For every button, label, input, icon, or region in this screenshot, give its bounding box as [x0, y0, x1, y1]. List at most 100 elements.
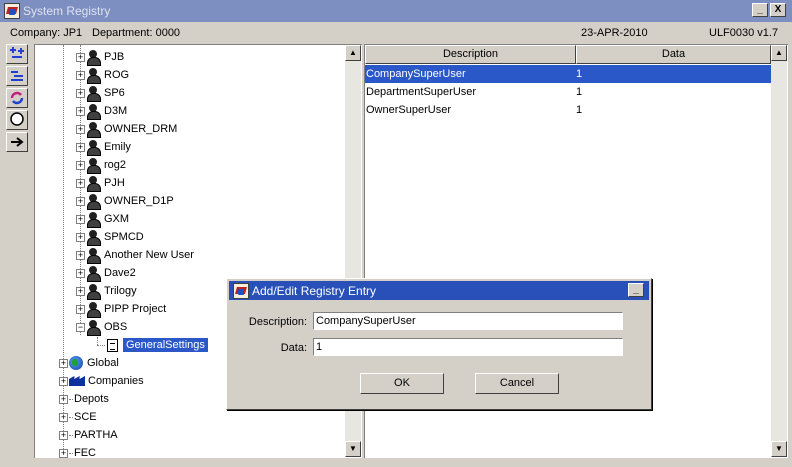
expand-toggle[interactable]: +	[76, 304, 85, 314]
document-icon	[107, 338, 118, 352]
expand-toggle[interactable]: +	[76, 70, 85, 80]
expand-toggle[interactable]: +	[76, 142, 85, 152]
expand-all-button[interactable]	[6, 44, 28, 64]
user-icon	[86, 284, 101, 300]
expand-toggle[interactable]: +	[59, 394, 68, 404]
tree-connector	[69, 416, 73, 418]
user-icon	[86, 122, 101, 138]
tree-node-user[interactable]: + PJH	[76, 174, 125, 192]
description-label: Description:	[248, 316, 307, 328]
cell-data: 1	[576, 68, 583, 80]
expand-toggle[interactable]: +	[76, 160, 85, 170]
user-icon	[86, 68, 101, 84]
cancel-button[interactable]: Cancel	[475, 373, 559, 394]
tree-connector	[69, 398, 73, 400]
expand-toggle[interactable]: +	[76, 232, 85, 242]
tree-node-user[interactable]: + Dave2	[76, 264, 136, 282]
scroll-down-button[interactable]: ▼	[345, 441, 361, 457]
expand-toggle[interactable]: +	[59, 430, 68, 440]
tree-node-user[interactable]: + PIPP Project	[76, 300, 166, 318]
tree-node-sce[interactable]: + SCE	[59, 408, 97, 426]
scroll-up-button[interactable]: ▲	[771, 45, 787, 61]
tree-node-companies[interactable]: + Companies	[59, 372, 144, 390]
expand-toggle[interactable]: +	[76, 88, 85, 98]
tree-node-label: Global	[87, 357, 119, 369]
expand-toggle[interactable]: +	[59, 448, 68, 458]
collapse-all-icon	[11, 71, 23, 81]
user-icon	[86, 86, 101, 102]
user-icon	[86, 158, 101, 174]
factory-icon	[69, 376, 85, 386]
collapse-all-button[interactable]	[6, 66, 28, 86]
app-icon	[233, 282, 249, 299]
cell-description: CompanySuperUser	[366, 68, 466, 80]
expand-toggle[interactable]: +	[59, 412, 68, 422]
user-icon	[86, 230, 101, 246]
tree-connector	[69, 452, 73, 454]
go-arrow-icon	[11, 137, 24, 147]
tree-node-user[interactable]: + ROG	[76, 66, 129, 84]
tree-node-label: OWNER_D1P	[104, 195, 174, 207]
expand-toggle[interactable]: +	[76, 124, 85, 134]
tree-node-user[interactable]: + SP6	[76, 84, 125, 102]
tree-node-user[interactable]: + D3M	[76, 102, 127, 120]
expand-toggle[interactable]: +	[76, 250, 85, 260]
column-header-description[interactable]: Description	[365, 45, 576, 64]
tree-node-label: SPMCD	[104, 231, 144, 243]
tree-node-user[interactable]: + GXM	[76, 210, 129, 228]
tree-node-label: Emily	[104, 141, 131, 153]
expand-toggle[interactable]: +	[59, 358, 68, 368]
expand-toggle[interactable]: +	[76, 178, 85, 188]
tree-guide-line	[97, 337, 98, 345]
expand-toggle[interactable]: +	[76, 196, 85, 206]
tree-node-user[interactable]: + SPMCD	[76, 228, 144, 246]
tree-node-label: PARTHA	[74, 429, 118, 441]
refresh-button[interactable]	[6, 88, 28, 108]
tree-node-partha[interactable]: + PARTHA	[59, 426, 118, 444]
table-row[interactable]: DepartmentSuperUser 1	[365, 83, 771, 101]
search-icon	[10, 112, 24, 126]
tree-node-user[interactable]: + OWNER_DRM	[76, 120, 177, 138]
tree-node-label: PJB	[104, 51, 125, 63]
tree-node-user[interactable]: + Emily	[76, 138, 131, 156]
scroll-up-button[interactable]: ▲	[345, 45, 361, 61]
tree-node-general-settings[interactable]: GeneralSettings	[107, 336, 208, 354]
grid-scrollbar[interactable]: ▲ ▼	[771, 45, 787, 457]
expand-toggle[interactable]: +	[76, 106, 85, 116]
expand-toggle[interactable]: +	[76, 214, 85, 224]
tree-node-user[interactable]: + Trilogy	[76, 282, 137, 300]
table-row[interactable]: OwnerSuperUser 1	[365, 101, 771, 119]
tree-node-user[interactable]: + Another New User	[76, 246, 194, 264]
go-button[interactable]	[6, 132, 28, 152]
user-icon	[86, 176, 101, 192]
tree-node-depots[interactable]: + Depots	[59, 390, 109, 408]
minimize-button[interactable]: _	[752, 3, 768, 17]
cell-data: 1	[576, 104, 583, 116]
table-row[interactable]: CompanySuperUser 1	[365, 65, 771, 83]
ok-button[interactable]: OK	[360, 373, 444, 394]
tree-node-label: GXM	[104, 213, 130, 225]
tree-node-user-expanded[interactable]: − OBS	[76, 318, 127, 336]
expand-toggle[interactable]: +	[76, 268, 85, 278]
tree-node-fec[interactable]: + FEC	[59, 444, 96, 458]
window-title: System Registry	[23, 4, 111, 18]
search-button[interactable]	[6, 110, 28, 130]
column-header-data[interactable]: Data	[576, 45, 771, 64]
scroll-down-button[interactable]: ▼	[771, 441, 787, 457]
user-icon	[86, 248, 101, 264]
expand-toggle[interactable]: +	[76, 286, 85, 296]
expand-toggle[interactable]: +	[76, 52, 85, 62]
date-label: 23-APR-2010	[581, 27, 648, 39]
dialog-minimize-button[interactable]: _	[628, 283, 644, 297]
collapse-toggle[interactable]: −	[76, 322, 85, 332]
tree-node-user[interactable]: + rog2	[76, 156, 126, 174]
tree-node-user[interactable]: + PJB	[76, 48, 124, 66]
tree-node-user[interactable]: + OWNER_D1P	[76, 192, 174, 210]
tree-node-global[interactable]: + Global	[59, 354, 119, 372]
data-field[interactable]	[313, 338, 623, 356]
tree-connector	[69, 434, 73, 436]
expand-toggle[interactable]: +	[59, 376, 68, 386]
tree-node-label: PJH	[104, 177, 125, 189]
close-button[interactable]: X	[770, 3, 786, 17]
description-field[interactable]	[313, 312, 623, 330]
